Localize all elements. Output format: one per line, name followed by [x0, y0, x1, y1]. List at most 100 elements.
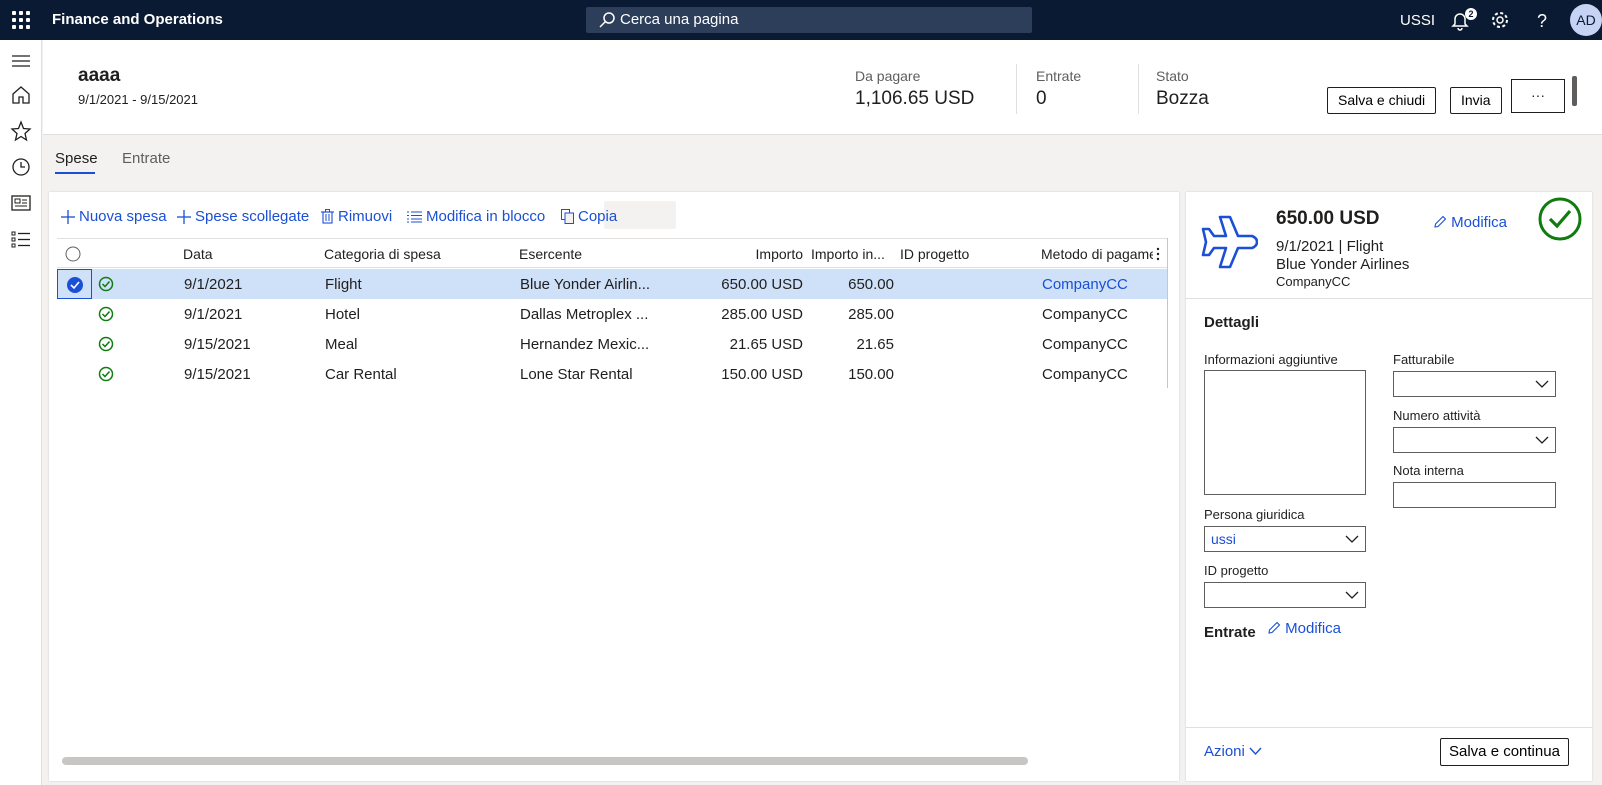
kpi-divider	[1016, 64, 1017, 114]
search-input[interactable]: Cerca una pagina	[586, 7, 1032, 33]
column-header-project-id[interactable]: ID progetto	[900, 246, 1020, 262]
detail-date-category: 9/1/2021 | Flight	[1276, 238, 1384, 255]
tab-expenses[interactable]: Spese	[55, 150, 98, 167]
page-header: aaaa 9/1/2021 - 9/15/2021 Da pagare 1,10…	[43, 40, 1602, 135]
chevron-down-icon	[1535, 380, 1549, 388]
column-header-category[interactable]: Categoria di spesa	[324, 246, 504, 262]
column-header-merchant[interactable]: Esercente	[519, 246, 699, 262]
column-options-icon[interactable]	[1156, 247, 1160, 261]
kpi-value: Bozza	[1156, 88, 1209, 109]
chevron-down-icon	[1345, 535, 1359, 543]
plus-icon	[61, 209, 75, 224]
column-header-payment-method[interactable]: Metodo di pagame	[1041, 246, 1153, 262]
send-button[interactable]: Invia	[1450, 87, 1502, 114]
hamburger-menu-icon[interactable]	[10, 50, 32, 72]
detail-merchant: Blue Yonder Airlines	[1276, 256, 1410, 273]
recent-clock-icon[interactable]	[10, 156, 32, 178]
approved-check-icon	[1538, 197, 1582, 241]
table-row[interactable]: 9/1/2021 Flight Blue Yonder Airlin... 65…	[57, 269, 1167, 299]
detail-payment-method: CompanyCC	[1276, 274, 1351, 289]
edit-label: Modifica	[1451, 214, 1508, 231]
details-section-title: Dettagli	[1204, 314, 1260, 331]
more-options-button[interactable]: ···	[1511, 79, 1565, 113]
legal-entity-value: ussi	[1211, 531, 1236, 547]
company-picker[interactable]: USSI	[1400, 12, 1435, 29]
additional-info-label: Informazioni aggiuntive	[1204, 352, 1338, 367]
kpi-label: Stato	[1156, 68, 1189, 84]
actions-menu[interactable]: Azioni	[1204, 743, 1262, 760]
bulk-edit-label: Modifica in blocco	[426, 208, 546, 225]
cell-category: Meal	[325, 336, 358, 353]
select-all-checkbox[interactable]	[65, 246, 81, 262]
workspaces-icon[interactable]	[10, 192, 32, 214]
cell-amount-in: 21.65	[856, 336, 894, 353]
cell-payment-method: CompanyCC	[1042, 306, 1128, 323]
row-select-cell[interactable]	[57, 269, 92, 299]
column-header-amount[interactable]: Importo	[693, 246, 803, 262]
kpi-value: 1,106.65 USD	[855, 88, 975, 109]
gear-icon[interactable]	[1489, 9, 1511, 31]
additional-info-textarea[interactable]	[1204, 370, 1366, 495]
internal-note-input[interactable]	[1393, 482, 1556, 508]
table-row[interactable]: 9/15/2021 Car Rental Lone Star Rental 15…	[57, 359, 1167, 389]
copy-button[interactable]: Copia	[561, 208, 617, 225]
grid-horizontal-scrollbar[interactable]	[62, 757, 1028, 765]
new-expense-button[interactable]: Nuova spesa	[61, 208, 167, 225]
modules-list-icon[interactable]	[10, 228, 32, 250]
pencil-icon	[1434, 215, 1447, 228]
column-header-date[interactable]: Data	[183, 246, 303, 262]
cell-payment-method: CompanyCC	[1042, 366, 1128, 383]
billable-label: Fatturabile	[1393, 352, 1455, 367]
edit-label: Modifica	[1285, 620, 1342, 637]
kpi-label: Da pagare	[855, 68, 921, 84]
edit-receipts-link[interactable]: Modifica	[1268, 620, 1341, 637]
legal-entity-select[interactable]: ussi	[1204, 526, 1366, 552]
tab-receipts[interactable]: Entrate	[122, 150, 170, 167]
remove-button[interactable]: Rimuovi	[321, 208, 392, 225]
table-row[interactable]: 9/15/2021 Meal Hernandez Mexic... 21.65 …	[57, 329, 1167, 359]
cell-category: Flight	[325, 276, 362, 293]
svg-text:?: ?	[1537, 11, 1547, 31]
bulk-edit-button[interactable]: Modifica in blocco	[407, 208, 545, 225]
edit-expense-link[interactable]: Modifica	[1434, 214, 1507, 231]
help-icon[interactable]: ?	[1531, 9, 1553, 31]
home-icon[interactable]	[10, 84, 32, 106]
avatar[interactable]: AD	[1570, 4, 1602, 36]
search-icon	[599, 12, 615, 28]
kpi-amount-due: Da pagare 1,106.65 USD	[855, 68, 974, 110]
header-scrollbar[interactable]	[1572, 76, 1577, 106]
save-continue-button[interactable]: Salva e continua	[1440, 738, 1569, 766]
billable-select[interactable]	[1393, 371, 1556, 397]
cell-amount: 150.00 USD	[721, 366, 803, 383]
activity-number-select[interactable]	[1393, 427, 1556, 453]
expenses-grid-panel: Nuova spesa Spese scollegate Rimuovi Mod…	[49, 192, 1179, 781]
cell-amount-in: 650.00	[848, 276, 894, 293]
project-id-select[interactable]	[1204, 582, 1366, 608]
cell-date: 9/15/2021	[184, 336, 251, 353]
favorites-star-icon[interactable]	[10, 120, 32, 142]
cell-merchant: Lone Star Rental	[520, 366, 633, 383]
active-tab-indicator	[55, 172, 95, 174]
cell-payment-method[interactable]: CompanyCC	[1042, 276, 1128, 293]
page-title: aaaa	[78, 65, 121, 86]
actions-label: Azioni	[1204, 743, 1245, 760]
cell-merchant: Dallas Metroplex ...	[520, 306, 649, 323]
chevron-down-icon	[1535, 436, 1549, 444]
cell-category: Hotel	[325, 306, 361, 323]
app-title[interactable]: Finance and Operations	[52, 11, 223, 28]
search-placeholder: Cerca una pagina	[620, 11, 739, 28]
grid-vertical-scrollbar[interactable]	[1167, 238, 1168, 388]
cell-category: Car Rental	[325, 366, 397, 383]
cell-payment-method: CompanyCC	[1042, 336, 1128, 353]
save-close-button[interactable]: Salva e chiudi	[1327, 87, 1437, 114]
chevron-down-icon	[1249, 747, 1262, 756]
column-header-amount-in[interactable]: Importo in...	[811, 246, 893, 262]
table-row[interactable]: 9/1/2021 Hotel Dallas Metroplex ... 285.…	[57, 299, 1167, 329]
app-launcher-icon[interactable]	[12, 11, 30, 29]
check-circle-icon	[98, 306, 114, 322]
new-expense-label: Nuova spesa	[79, 208, 167, 225]
unattached-expenses-button[interactable]: Spese scollegate	[177, 208, 309, 225]
row-selected-checkbox[interactable]	[66, 276, 84, 294]
cell-date: 9/15/2021	[184, 366, 251, 383]
plus-icon	[177, 209, 191, 224]
